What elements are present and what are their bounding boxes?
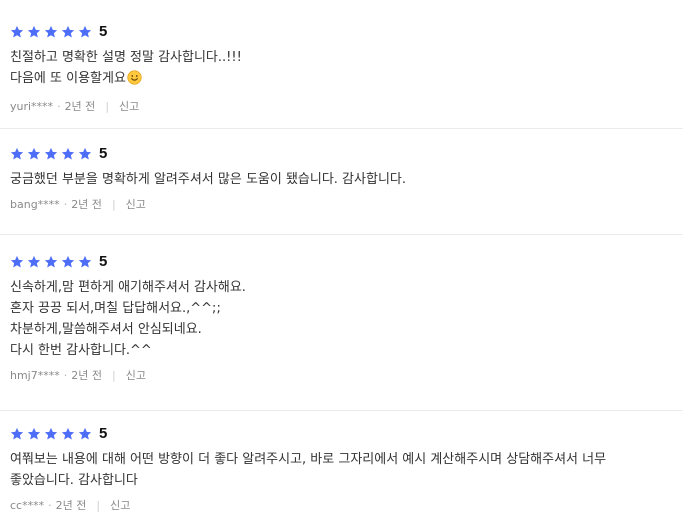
report-button[interactable]: 신고 bbox=[110, 497, 130, 513]
star-icon bbox=[78, 427, 92, 441]
reviewer-id: cc**** bbox=[10, 498, 45, 512]
review-item: 5 여쭤보는 내용에 대해 어떤 방향이 더 좋다 알려주시고, 바로 그자리에… bbox=[0, 411, 683, 512]
review-item: 5 신속하게,맘 편하게 애기해주셔서 감사해요. 혼자 끙끙 되서,며칠 답답… bbox=[0, 235, 683, 410]
rating-score: 5 bbox=[99, 145, 108, 162]
rating-score: 5 bbox=[99, 253, 108, 270]
star-icon bbox=[10, 427, 24, 441]
star-icon bbox=[44, 25, 58, 39]
review-meta: cc**** · 2년 전 | 신고 bbox=[10, 497, 683, 513]
meta-separator: | bbox=[111, 197, 116, 211]
review-body: 친절하고 명확한 설명 정말 감사합니다..!!! 다음에 또 이용할게요 bbox=[10, 50, 242, 86]
review-text: 궁금했던 부분을 명확하게 알려주셔서 많은 도움이 됐습니다. 감사합니다. bbox=[10, 172, 406, 187]
reviewer-id: yuri**** bbox=[10, 99, 54, 113]
review-meta: hmj7**** · 2년 전 | 신고 bbox=[10, 367, 683, 383]
star-icon bbox=[44, 255, 58, 269]
star-icon bbox=[44, 147, 58, 161]
star-rating bbox=[10, 147, 95, 161]
review-text: 여쭤보는 내용에 대해 어떤 방향이 더 좋다 알려주시고, 바로 그자리에서 … bbox=[10, 452, 607, 488]
review-time: 2년 전 bbox=[71, 198, 102, 211]
meta-separator: | bbox=[112, 368, 116, 382]
reviewer-id: bang**** bbox=[10, 197, 60, 211]
review-text: 신속하게,맘 편하게 애기해주셔서 감사해요. 혼자 끙끙 되서,며칠 답답해서… bbox=[10, 280, 246, 358]
review-time: 2년 전 bbox=[64, 100, 96, 113]
meta-dot: · bbox=[57, 99, 61, 113]
rating-row: 5 bbox=[10, 425, 683, 442]
rating-score: 5 bbox=[99, 425, 108, 442]
star-icon bbox=[61, 147, 75, 161]
star-icon bbox=[61, 25, 75, 39]
report-button[interactable]: 신고 bbox=[119, 98, 139, 114]
star-icon bbox=[27, 255, 41, 269]
star-rating bbox=[10, 25, 95, 39]
star-icon bbox=[78, 255, 92, 269]
review-time: 2년 전 bbox=[55, 499, 87, 512]
review-text: 친절하고 명확한 설명 정말 감사합니다..!!! 다음에 또 이용할게요 bbox=[10, 47, 675, 92]
report-button[interactable]: 신고 bbox=[126, 196, 146, 212]
star-rating bbox=[10, 255, 95, 269]
star-icon bbox=[61, 427, 75, 441]
review-meta: yuri**** · 2년 전 | 신고 bbox=[10, 98, 683, 114]
review-item: 5 궁금했던 부분을 명확하게 알려주셔서 많은 도움이 됐습니다. 감사합니다… bbox=[0, 129, 683, 234]
review-time: 2년 전 bbox=[71, 369, 102, 382]
star-icon bbox=[27, 147, 41, 161]
star-icon bbox=[78, 25, 92, 39]
reviewer-id: hmj7**** bbox=[10, 368, 60, 382]
review-meta: bang**** · 2년 전 | 신고 bbox=[10, 196, 683, 212]
rating-score: 5 bbox=[99, 23, 108, 40]
meta-separator: | bbox=[96, 498, 101, 512]
star-icon bbox=[78, 147, 92, 161]
meta-dot: · bbox=[48, 498, 52, 512]
rating-row: 5 bbox=[10, 253, 683, 270]
rating-row: 5 bbox=[10, 23, 683, 40]
star-icon bbox=[10, 147, 24, 161]
star-icon bbox=[10, 25, 24, 39]
meta-dot: · bbox=[63, 368, 68, 382]
star-icon bbox=[27, 25, 41, 39]
star-rating bbox=[10, 427, 95, 441]
star-icon bbox=[10, 255, 24, 269]
report-button[interactable]: 신고 bbox=[126, 367, 146, 383]
review-list: 5 친절하고 명확한 설명 정말 감사합니다..!!! 다음에 또 이용할게요 … bbox=[0, 0, 683, 512]
star-icon bbox=[61, 255, 75, 269]
smiling-face-emoji-icon bbox=[127, 70, 142, 92]
star-icon bbox=[27, 427, 41, 441]
star-icon bbox=[44, 427, 58, 441]
rating-row: 5 bbox=[10, 145, 683, 162]
meta-separator: | bbox=[105, 99, 110, 113]
review-item: 5 친절하고 명확한 설명 정말 감사합니다..!!! 다음에 또 이용할게요 … bbox=[0, 0, 683, 128]
meta-dot: · bbox=[63, 197, 68, 211]
